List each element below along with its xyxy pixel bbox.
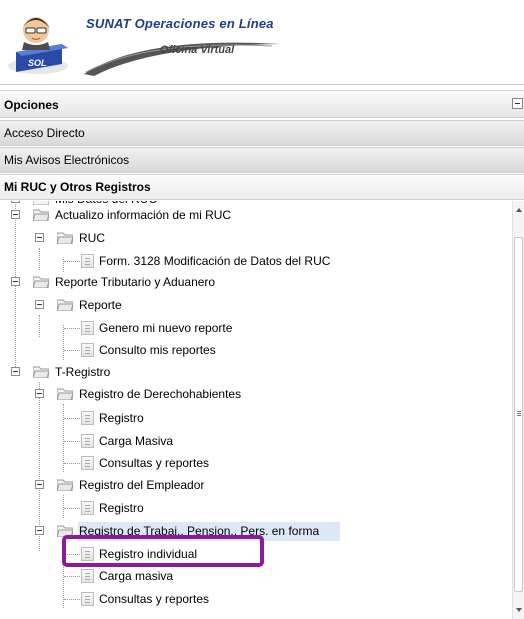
accordion-acceso-directo[interactable]: Acceso Directo [0, 120, 524, 146]
tree-node-ruc[interactable]: RUC [0, 228, 512, 248]
document-icon [81, 434, 94, 448]
tree-leaf-carga-masiva-trab[interactable]: Carga masiva [0, 566, 512, 586]
collapse-toggle-icon[interactable] [11, 201, 20, 203]
opciones-label: Opciones [4, 98, 59, 112]
swoosh-icon [84, 42, 280, 76]
tree-node-t-registro[interactable]: T-Registro [0, 362, 512, 382]
tree-label: Carga Masiva [99, 434, 174, 448]
document-icon [81, 254, 94, 268]
folder-open-icon [57, 388, 73, 400]
svg-text:SOL: SOL [28, 58, 47, 68]
accordion-label: Mi RUC y Otros Registros [4, 180, 151, 194]
sunat-logo: SOL SUNAT Operaciones en Línea Oficina V… [2, 2, 292, 80]
app-subtitle: Oficina Virtual [160, 44, 235, 56]
tree-scrollbar[interactable] [512, 201, 524, 619]
tree-label: RUC [79, 231, 105, 245]
collapse-toggle-icon[interactable] [11, 210, 20, 219]
tree-label: Consulto mis reportes [99, 343, 216, 357]
accordion-label: Acceso Directo [4, 126, 85, 140]
folder-open-icon [57, 479, 73, 491]
collapse-toggle-icon[interactable] [35, 389, 44, 398]
app-title: SUNAT Operaciones en Línea [86, 16, 274, 31]
collapse-toggle-icon[interactable] [35, 526, 44, 535]
document-icon [81, 501, 94, 515]
accordion-label: Mis Avisos Electrónicos [4, 153, 130, 167]
tree-leaf-consultas-reportes-trab[interactable]: Consultas y reportes [0, 589, 512, 609]
tree-label: Registro de Derechohabientes [79, 387, 242, 401]
tree-node-reporte-tributario[interactable]: Reporte Tributario y Aduanero [0, 272, 512, 292]
tree-label: Genero mi nuevo reporte [99, 321, 233, 335]
collapse-toggle-icon[interactable] [11, 367, 20, 376]
tree-leaf-registro[interactable]: Registro [0, 408, 512, 428]
tree-leaf-consultas-reportes[interactable]: Consultas y reportes [0, 453, 512, 473]
folder-open-icon [33, 366, 49, 378]
document-icon [81, 592, 94, 606]
document-icon [81, 321, 94, 335]
tree-leaf-registro-empleador[interactable]: Registro [0, 498, 512, 518]
tree-label: Reporte Tributario y Aduanero [55, 275, 216, 289]
sol-mascot-icon: SOL [8, 17, 68, 74]
tree-label: Form. 3128 Modificación de Datos del RUC [99, 254, 331, 268]
folder-open-icon [57, 299, 73, 311]
accordion-mis-avisos[interactable]: Mis Avisos Electrónicos [0, 147, 524, 173]
collapse-toggle-icon[interactable] [11, 277, 20, 286]
tree-label: Registro [99, 411, 144, 425]
collapse-icon[interactable] [512, 98, 523, 109]
collapse-toggle-icon[interactable] [35, 300, 44, 309]
tree-label: Registro [99, 501, 144, 515]
tree-leaf-genero-reporte[interactable]: Genero mi nuevo reporte [0, 318, 512, 338]
scroll-up-arrow-icon[interactable] [516, 208, 522, 212]
tree-label: Reporte [79, 298, 122, 312]
scroll-down-arrow-icon[interactable] [516, 608, 522, 612]
tree-leaf-carga-masiva[interactable]: Carga Masiva [0, 431, 512, 451]
tree-leaf-consulto-reportes[interactable]: Consulto mis reportes [0, 340, 512, 360]
tree-label: Consultas y reportes [99, 456, 210, 470]
collapse-toggle-icon[interactable] [35, 480, 44, 489]
tree-label: Registro del Empleador [79, 478, 205, 492]
document-icon [81, 411, 94, 425]
scrollbar-thumb[interactable] [514, 237, 523, 592]
opciones-header[interactable]: Opciones [0, 90, 524, 118]
tree-label: Consultas y reportes [99, 592, 210, 606]
tree-label: Carga masiva [99, 569, 174, 583]
document-icon [81, 569, 94, 583]
collapse-toggle-icon[interactable] [35, 233, 44, 242]
accordion-mi-ruc[interactable]: Mi RUC y Otros Registros [0, 174, 524, 200]
folder-open-icon [33, 209, 49, 221]
folder-open-icon [33, 276, 49, 288]
tree-leaf-form-3128[interactable]: Form. 3128 Modificación de Datos del RUC [0, 251, 512, 271]
document-icon [81, 456, 94, 470]
tree-node-reporte[interactable]: Reporte [0, 295, 512, 315]
tree-node-empleador[interactable]: Registro del Empleador [0, 475, 512, 495]
tree-label: T-Registro [55, 365, 111, 379]
folder-open-icon [57, 232, 73, 244]
document-icon [81, 343, 94, 357]
tree-label: Actualizo información de mi RUC [55, 208, 232, 222]
tree-node-actualizo[interactable]: Actualizo información de mi RUC [0, 205, 512, 225]
grip-icon [517, 411, 521, 412]
annotation-highlight-box [62, 535, 264, 567]
tree-node-derechohabientes[interactable]: Registro de Derechohabientes [0, 384, 512, 404]
app-header: SOL SUNAT Operaciones en Línea Oficina V… [0, 0, 524, 85]
